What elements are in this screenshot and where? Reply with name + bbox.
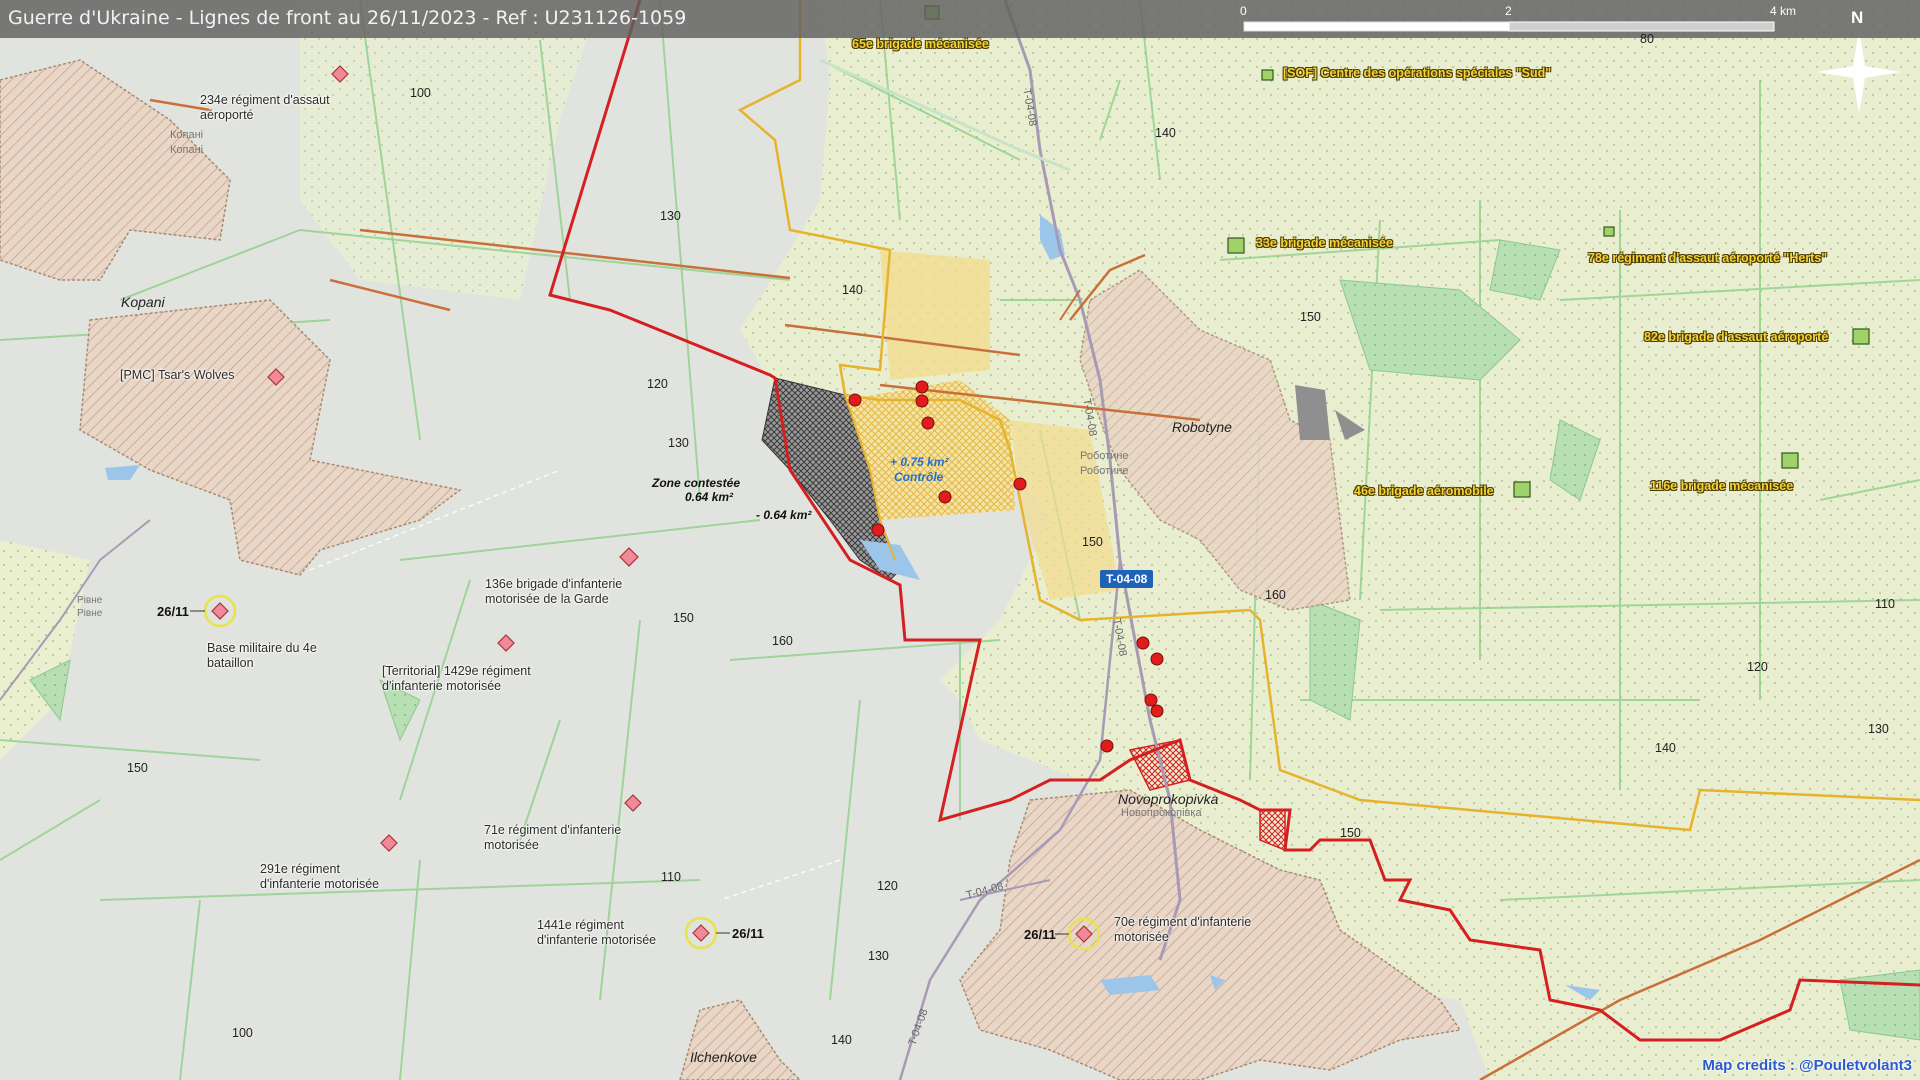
place-robotyne: Robotyne [1172, 419, 1232, 435]
ru-unit-1441-label[interactable]: 1441e régiment d'infanterie motorisée [537, 918, 687, 948]
ua-unit-33-label[interactable]: 33e brigade mécanisée [1256, 236, 1393, 251]
place-novoprokopivka-small: Новопрокопівка [1121, 807, 1202, 819]
elevation-label: 150 [1082, 535, 1103, 549]
north-label: N [1851, 8, 1864, 27]
ua-unit-sof-marker [1261, 69, 1274, 81]
ua-unit-65-label[interactable]: 65e brigade mécanisée [852, 37, 989, 52]
map-credits: Map credits : @Pouletvolant3 [1702, 1057, 1912, 1074]
elevation-label: 100 [232, 1026, 253, 1040]
contested-zone-area: 0.64 km² [685, 490, 734, 504]
elevation-label: 100 [410, 86, 431, 100]
elevation-label: 120 [877, 879, 898, 893]
scale-label-start: 0 [1240, 4, 1247, 18]
elevation-label: 120 [1747, 660, 1768, 674]
gain-label: Contrôle [894, 470, 944, 484]
map-canvas[interactable]: Guerre d'Ukraine - Lignes de front au 26… [0, 0, 1920, 1080]
elevation-label: 110 [661, 870, 681, 884]
elevation-label: 140 [842, 283, 863, 297]
ru-unit-pmc-label[interactable]: [PMC] Tsar's Wolves [120, 368, 234, 383]
road-badge: T-04-08 [1100, 570, 1154, 588]
elevation-label: 130 [660, 209, 681, 223]
place-ilchenkove: Ilchenkove [690, 1049, 757, 1065]
gain-area: + 0.75 km² [890, 455, 949, 469]
map-layer [0, 0, 1920, 1080]
place-robotyne-small: Роботине [1080, 450, 1129, 462]
elevation-label: 150 [673, 611, 694, 625]
elevation-label: 130 [868, 949, 889, 963]
elevation-label: 130 [668, 436, 689, 450]
ru-unit-136-label[interactable]: 136e brigade d'infanterie motorisée de l… [485, 577, 665, 607]
place-kopani-small: Копані [170, 129, 204, 141]
elevation-label: 120 [647, 377, 668, 391]
ua-unit-78-label[interactable]: 78e régiment d'assaut aéroporté "Herts" [1588, 251, 1827, 266]
elevation-label: 110 [1875, 597, 1895, 611]
ua-unit-33-marker [1227, 237, 1245, 254]
elevation-label: 150 [1340, 826, 1361, 840]
scale-bar [1243, 21, 1775, 32]
place-robotyne-small-2: Роботине [1080, 465, 1129, 477]
loss-area: - 0.64 km² [756, 508, 812, 522]
ru-unit-71-label[interactable]: 71e régiment d'infanterie motorisée [484, 823, 664, 853]
elevation-label: 160 [772, 634, 793, 648]
ru-unit-291-label[interactable]: 291e régiment d'infanterie motorisée [260, 862, 390, 892]
ua-unit-82-marker [1852, 328, 1870, 345]
ru-unit-1429-label[interactable]: [Territorial] 1429e régiment d'infanteri… [382, 664, 537, 694]
elevation-label: 140 [1655, 741, 1676, 755]
elevation-label: 150 [127, 761, 148, 775]
elevation-label: 140 [1155, 126, 1176, 140]
elevation-label: 140 [831, 1033, 852, 1047]
place-kopani: Kopani [121, 294, 165, 310]
scale-label-mid: 2 [1505, 4, 1512, 18]
ua-unit-46-marker [1513, 481, 1531, 498]
scale-label-end: 4 km [1770, 4, 1797, 18]
ru-unit-234-label[interactable]: 234e régiment d'assaut aéroporté [200, 93, 360, 123]
ua-unit-sof-label[interactable]: [SOF] Centre des opérations spéciales "S… [1283, 66, 1551, 81]
elevation-label: 130 [1868, 722, 1889, 736]
ua-unit-78-marker [1603, 226, 1615, 237]
elevation-label: 80 [1640, 32, 1654, 46]
place-kopani-small-2: Копані [170, 144, 204, 156]
place-rivne-2: Рівне [77, 608, 103, 619]
ua-unit-116-label[interactable]: 116e brigade mécanisée [1650, 479, 1793, 494]
date-label-1: 26/11 [157, 604, 189, 619]
ua-unit-46-label[interactable]: 46e brigade aéromobile [1354, 484, 1494, 499]
date-label-2: 26/11 [732, 926, 764, 941]
ru-unit-70-label[interactable]: 70e régiment d'infanterie motorisée [1114, 915, 1274, 945]
ua-unit-116-marker [1781, 452, 1799, 469]
page-title: Guerre d'Ukraine - Lignes de front au 26… [8, 7, 687, 29]
ru-unit-base4-label[interactable]: Base militaire du 4e bataillon [207, 641, 337, 671]
elevation-label: 160 [1265, 588, 1286, 602]
elevation-label: 150 [1300, 310, 1321, 324]
ua-unit-82-label[interactable]: 82e brigade d'assaut aéroporté [1644, 330, 1828, 345]
contested-zone-title: Zone contestée [652, 476, 741, 490]
place-novoprokopivka: Novoprokopivka [1118, 791, 1219, 807]
date-label-3: 26/11 [1024, 927, 1056, 942]
